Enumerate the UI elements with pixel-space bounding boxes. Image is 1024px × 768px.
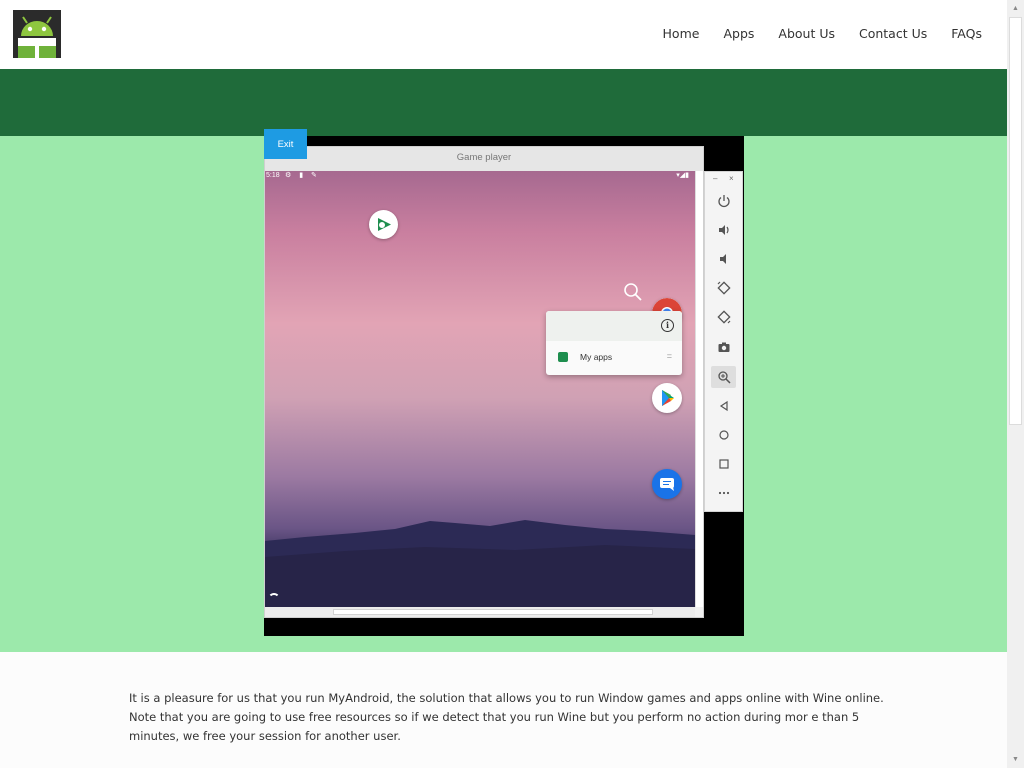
rotate-left-icon[interactable] bbox=[711, 277, 736, 299]
intro-text: It is a pleasure for us that you run MyA… bbox=[129, 691, 884, 743]
rotate-right-icon[interactable] bbox=[711, 306, 736, 328]
nav-apps[interactable]: Apps bbox=[723, 26, 754, 41]
camera-icon[interactable] bbox=[711, 336, 736, 358]
header-band bbox=[0, 69, 1007, 136]
site-header: Home Apps About Us Contact Us FAQs bbox=[0, 0, 1007, 69]
screen-vertical-scrollbar[interactable] bbox=[695, 171, 703, 607]
volume-up-icon[interactable] bbox=[711, 219, 736, 241]
horizontal-scroll-thumb[interactable] bbox=[333, 609, 653, 615]
home-icon[interactable] bbox=[711, 424, 736, 446]
power-icon[interactable] bbox=[711, 190, 736, 212]
volume-down-icon[interactable] bbox=[711, 248, 736, 270]
screen-horizontal-scrollbar[interactable] bbox=[265, 607, 695, 617]
my-apps-shortcut[interactable]: My apps = bbox=[546, 347, 682, 369]
game-player-window: Game player 5:18 ⚙ ▮ ✎ ▾◢▮ i My apps = bbox=[264, 146, 704, 618]
more-icon[interactable] bbox=[711, 482, 736, 504]
nav-about-us[interactable]: About Us bbox=[778, 26, 835, 41]
back-icon[interactable] bbox=[711, 395, 736, 417]
scroll-down-icon[interactable]: ▼ bbox=[1007, 751, 1024, 768]
content-section: It is a pleasure for us that you run MyA… bbox=[0, 652, 1007, 768]
mountain-silhouette bbox=[265, 520, 695, 607]
drag-handle-icon[interactable]: = bbox=[667, 351, 672, 361]
android-screen[interactable]: 5:18 ⚙ ▮ ✎ ▾◢▮ i My apps = bbox=[265, 171, 695, 607]
wifi-battery-icon: ▾◢▮ bbox=[676, 172, 689, 179]
overview-icon[interactable] bbox=[711, 453, 736, 475]
play-games-icon[interactable] bbox=[369, 210, 398, 239]
minimize-icon[interactable]: – bbox=[713, 174, 717, 183]
spinner-icon bbox=[268, 593, 280, 605]
status-notification-icons: ⚙ ▮ ✎ bbox=[285, 172, 320, 179]
info-icon[interactable]: i bbox=[661, 319, 674, 332]
nav-contact-us[interactable]: Contact Us bbox=[859, 26, 927, 41]
messages-icon[interactable] bbox=[652, 469, 682, 499]
toolbar-window-controls: – × bbox=[705, 174, 744, 184]
nav-faqs[interactable]: FAQs bbox=[951, 26, 982, 41]
android-robot-icon[interactable] bbox=[13, 10, 61, 58]
my-apps-icon bbox=[558, 352, 568, 362]
my-apps-label: My apps bbox=[580, 352, 613, 362]
status-time: 5:18 bbox=[266, 172, 280, 179]
scroll-up-icon[interactable]: ▲ bbox=[1007, 0, 1024, 17]
exit-button[interactable]: Exit bbox=[264, 129, 307, 159]
play-store-icon[interactable] bbox=[652, 383, 682, 413]
android-status-bar: 5:18 ⚙ ▮ ✎ ▾◢▮ bbox=[265, 171, 695, 181]
page-scroll-thumb[interactable] bbox=[1009, 17, 1022, 425]
close-icon[interactable]: × bbox=[729, 174, 734, 183]
window-title: Game player bbox=[265, 147, 703, 171]
main-nav: Home Apps About Us Contact Us FAQs bbox=[663, 26, 982, 41]
nav-home[interactable]: Home bbox=[663, 26, 700, 41]
app-shortcut-popup: i My apps = bbox=[546, 311, 682, 375]
search-icon[interactable] bbox=[622, 281, 644, 303]
page-scrollbar[interactable]: ▲ ▼ bbox=[1007, 0, 1024, 768]
emulator-toolbar: – × bbox=[704, 171, 743, 512]
zoom-icon[interactable] bbox=[711, 366, 736, 388]
